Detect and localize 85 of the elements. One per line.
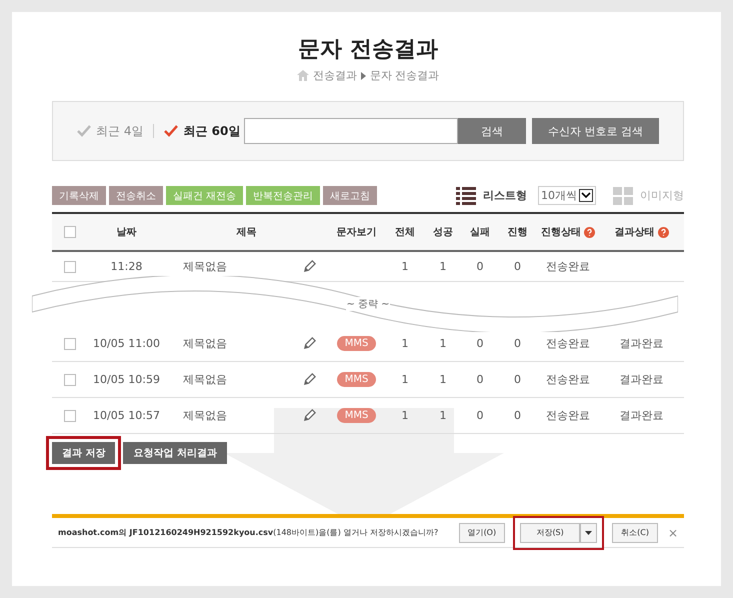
caret-down-icon <box>585 531 592 535</box>
column-header: 제목 <box>236 226 258 239</box>
send-status-cell-text: 전송완료 <box>545 336 591 351</box>
action-button[interactable]: 전송취소 <box>109 186 163 205</box>
column-header: 날짜 <box>116 226 138 239</box>
column-header: 실패 <box>469 226 491 239</box>
check-icon <box>164 125 178 137</box>
checkbox[interactable] <box>64 260 76 272</box>
message-type-badge[interactable]: MMS <box>336 372 376 387</box>
count-cell-text: 0 <box>476 260 484 273</box>
column-header: 진행 <box>506 226 528 239</box>
count-cell-text: 1 <box>400 337 410 350</box>
pencil-icon[interactable] <box>302 336 316 351</box>
caret-icon <box>360 72 366 80</box>
per-page-select[interactable]: 10개씩 <box>538 186 596 205</box>
action-button[interactable]: 반복전송관리 <box>246 186 320 205</box>
download-message: moashot.com의 JF1012160249H921592kyou.csv(148바이트)을(를) 열거나 저장하시겠습니까? <box>58 527 438 538</box>
count-cell-text: 1 <box>438 260 448 273</box>
subject-cell-text: 제목없음 <box>182 259 228 274</box>
date-cell-text: 11:28 <box>110 260 144 273</box>
column-header: 전체 <box>394 226 416 239</box>
checkbox[interactable] <box>64 338 76 350</box>
send-status-cell-text: 전송완료 <box>545 372 591 387</box>
count-cell-text: 0 <box>476 409 484 422</box>
help-icon[interactable] <box>584 226 595 238</box>
count-cell-text: 1 <box>438 409 448 422</box>
action-button[interactable]: 실패건 재전송 <box>166 186 244 205</box>
breadcrumb-link[interactable]: 전송결과 <box>312 68 357 83</box>
search-button[interactable]: 검색 <box>458 118 526 144</box>
result-status-cell-text: 결과완료 <box>618 372 664 387</box>
count-cell-text: 1 <box>400 409 410 422</box>
count-cell-text: 0 <box>513 373 522 386</box>
result-button[interactable]: 결과 저장 <box>52 442 116 464</box>
count-cell-text: 1 <box>438 373 448 386</box>
checkbox[interactable] <box>64 410 76 422</box>
cancel-button[interactable]: 취소(C) <box>612 522 658 542</box>
send-status-cell-text: 전송완료 <box>545 408 591 423</box>
column-header: 성공 <box>432 226 454 239</box>
action-button[interactable]: 기록삭제 <box>52 186 106 205</box>
column-header: 문자보기 <box>336 226 378 239</box>
subject-cell-text: 제목없음 <box>182 372 228 387</box>
grid-view-label[interactable]: 이미지형 <box>640 188 684 203</box>
date-cell-text: 10/05 11:00 <box>92 337 161 350</box>
column-header: 결과상태 <box>600 225 683 239</box>
action-button[interactable]: 새로고침 <box>323 186 378 205</box>
pencil-icon[interactable] <box>302 372 316 387</box>
save-options-button[interactable] <box>580 522 598 542</box>
subject-cell-text: 제목없음 <box>182 336 228 351</box>
close-button[interactable]: × <box>668 526 678 540</box>
count-cell-text: 0 <box>476 373 484 386</box>
count-cell-text: 1 <box>438 337 448 350</box>
open-button[interactable]: 열기(O) <box>458 522 506 542</box>
message-type-badge[interactable]: MMS <box>336 336 376 351</box>
page-title: 문자 전송결과 <box>297 36 439 64</box>
pencil-icon[interactable] <box>302 408 316 423</box>
count-cell-text: 1 <box>400 373 410 386</box>
list-view-label[interactable]: 리스트형 <box>483 188 527 203</box>
result-status-cell-text: 결과완료 <box>618 336 664 351</box>
subject-cell-text: 제목없음 <box>182 408 228 423</box>
omission-label: ~ 중략 ~ <box>346 297 390 311</box>
check-icon <box>77 125 91 137</box>
pencil-icon[interactable] <box>302 259 316 274</box>
result-button[interactable]: 요청작업 처리결과 <box>123 442 227 464</box>
count-cell-text: 0 <box>513 337 522 350</box>
column-header: 진행상태 <box>536 225 600 239</box>
search-field[interactable] <box>244 118 458 144</box>
send-status-cell-text: 전송완료 <box>545 259 591 274</box>
date-filter[interactable]: 최근 60일 <box>164 122 240 140</box>
list-view-icon[interactable] <box>456 186 476 204</box>
message-type-badge[interactable]: MMS <box>336 408 376 423</box>
count-cell-text: 0 <box>476 337 484 350</box>
count-cell-text: 0 <box>513 409 522 422</box>
recipient-search-button[interactable]: 수신자 번호로 검색 <box>532 118 659 144</box>
result-status-cell-text: 결과완료 <box>618 408 664 423</box>
help-icon[interactable] <box>658 226 668 238</box>
date-filter[interactable]: 최근 4일 <box>77 122 144 140</box>
date-cell-text: 10/05 10:59 <box>92 373 161 386</box>
count-cell-text: 1 <box>400 260 410 273</box>
chevron-down-icon <box>579 189 593 202</box>
checkbox[interactable] <box>64 374 76 386</box>
count-cell-text: 0 <box>513 260 522 273</box>
save-button[interactable]: 저장(S) <box>520 522 580 542</box>
date-cell-text: 10/05 10:57 <box>92 409 161 422</box>
breadcrumb-current: 문자 전송결과 <box>370 68 440 83</box>
checkbox[interactable] <box>64 226 76 238</box>
